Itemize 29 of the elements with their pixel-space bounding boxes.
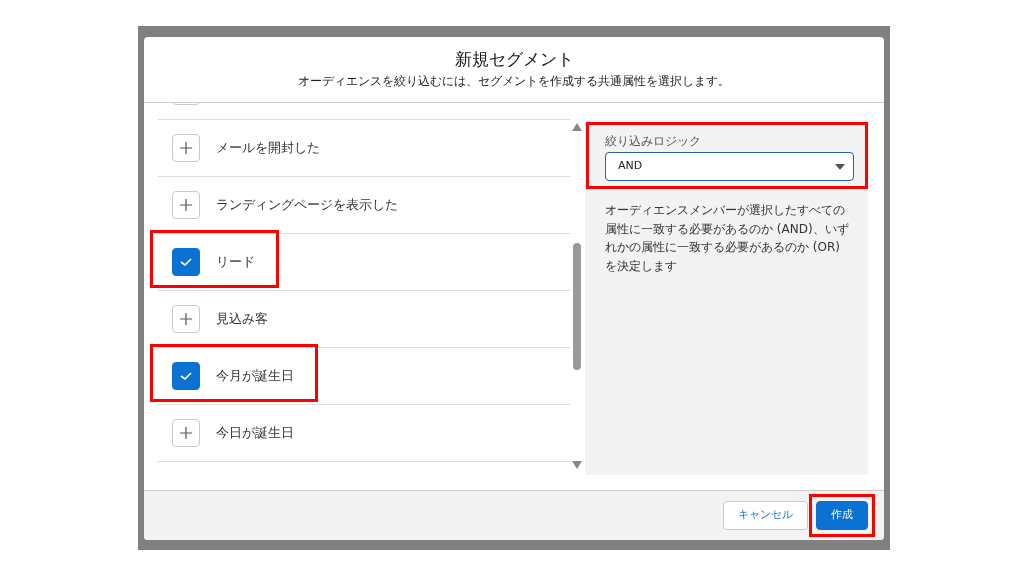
- toggle-button[interactable]: [172, 191, 200, 219]
- toggle-button[interactable]: [172, 419, 200, 447]
- logic-select[interactable]: AND: [605, 152, 854, 181]
- modal-title: 新規セグメント: [453, 49, 575, 70]
- plus-icon: [179, 141, 193, 155]
- scroll-down-icon[interactable]: [572, 461, 582, 469]
- help-text: オーディエンスメンバーが選択したすべての属性に一致する必要があるのか (AND)、いずれかの属性に一致する必要があるのか (OR) を決定します: [605, 202, 850, 275]
- check-icon: [179, 371, 193, 381]
- attribute-label: 見込み客: [216, 309, 268, 328]
- check-icon: [179, 257, 193, 267]
- attribute-label: メールを開封した: [216, 138, 320, 157]
- dropdown-caret-icon: [835, 163, 845, 170]
- field-label: 絞り込みロジック: [605, 133, 702, 150]
- cancel-button[interactable]: キャンセル: [723, 501, 808, 530]
- plus-icon: [179, 198, 193, 212]
- plus-icon: [179, 312, 193, 326]
- toggle-button[interactable]: [172, 248, 200, 276]
- scrollbar-thumb[interactable]: [573, 243, 581, 370]
- modal-subtitle: オーディエンスを絞り込むには、セグメントを作成する共通属性を選択します。: [297, 73, 731, 91]
- attribute-label: 今月が誕生日: [216, 366, 294, 385]
- toggle-button[interactable]: [172, 305, 200, 333]
- attribute-label: リード: [216, 252, 255, 271]
- scroll-up-icon[interactable]: [572, 123, 582, 131]
- attribute-label: 今日が誕生日: [216, 423, 294, 442]
- create-button[interactable]: 作成: [816, 501, 868, 530]
- plus-icon: [179, 426, 193, 440]
- attribute-label: ランディングページを表示した: [216, 195, 398, 214]
- toggle-button[interactable]: [172, 362, 200, 390]
- toggle-button[interactable]: [172, 134, 200, 162]
